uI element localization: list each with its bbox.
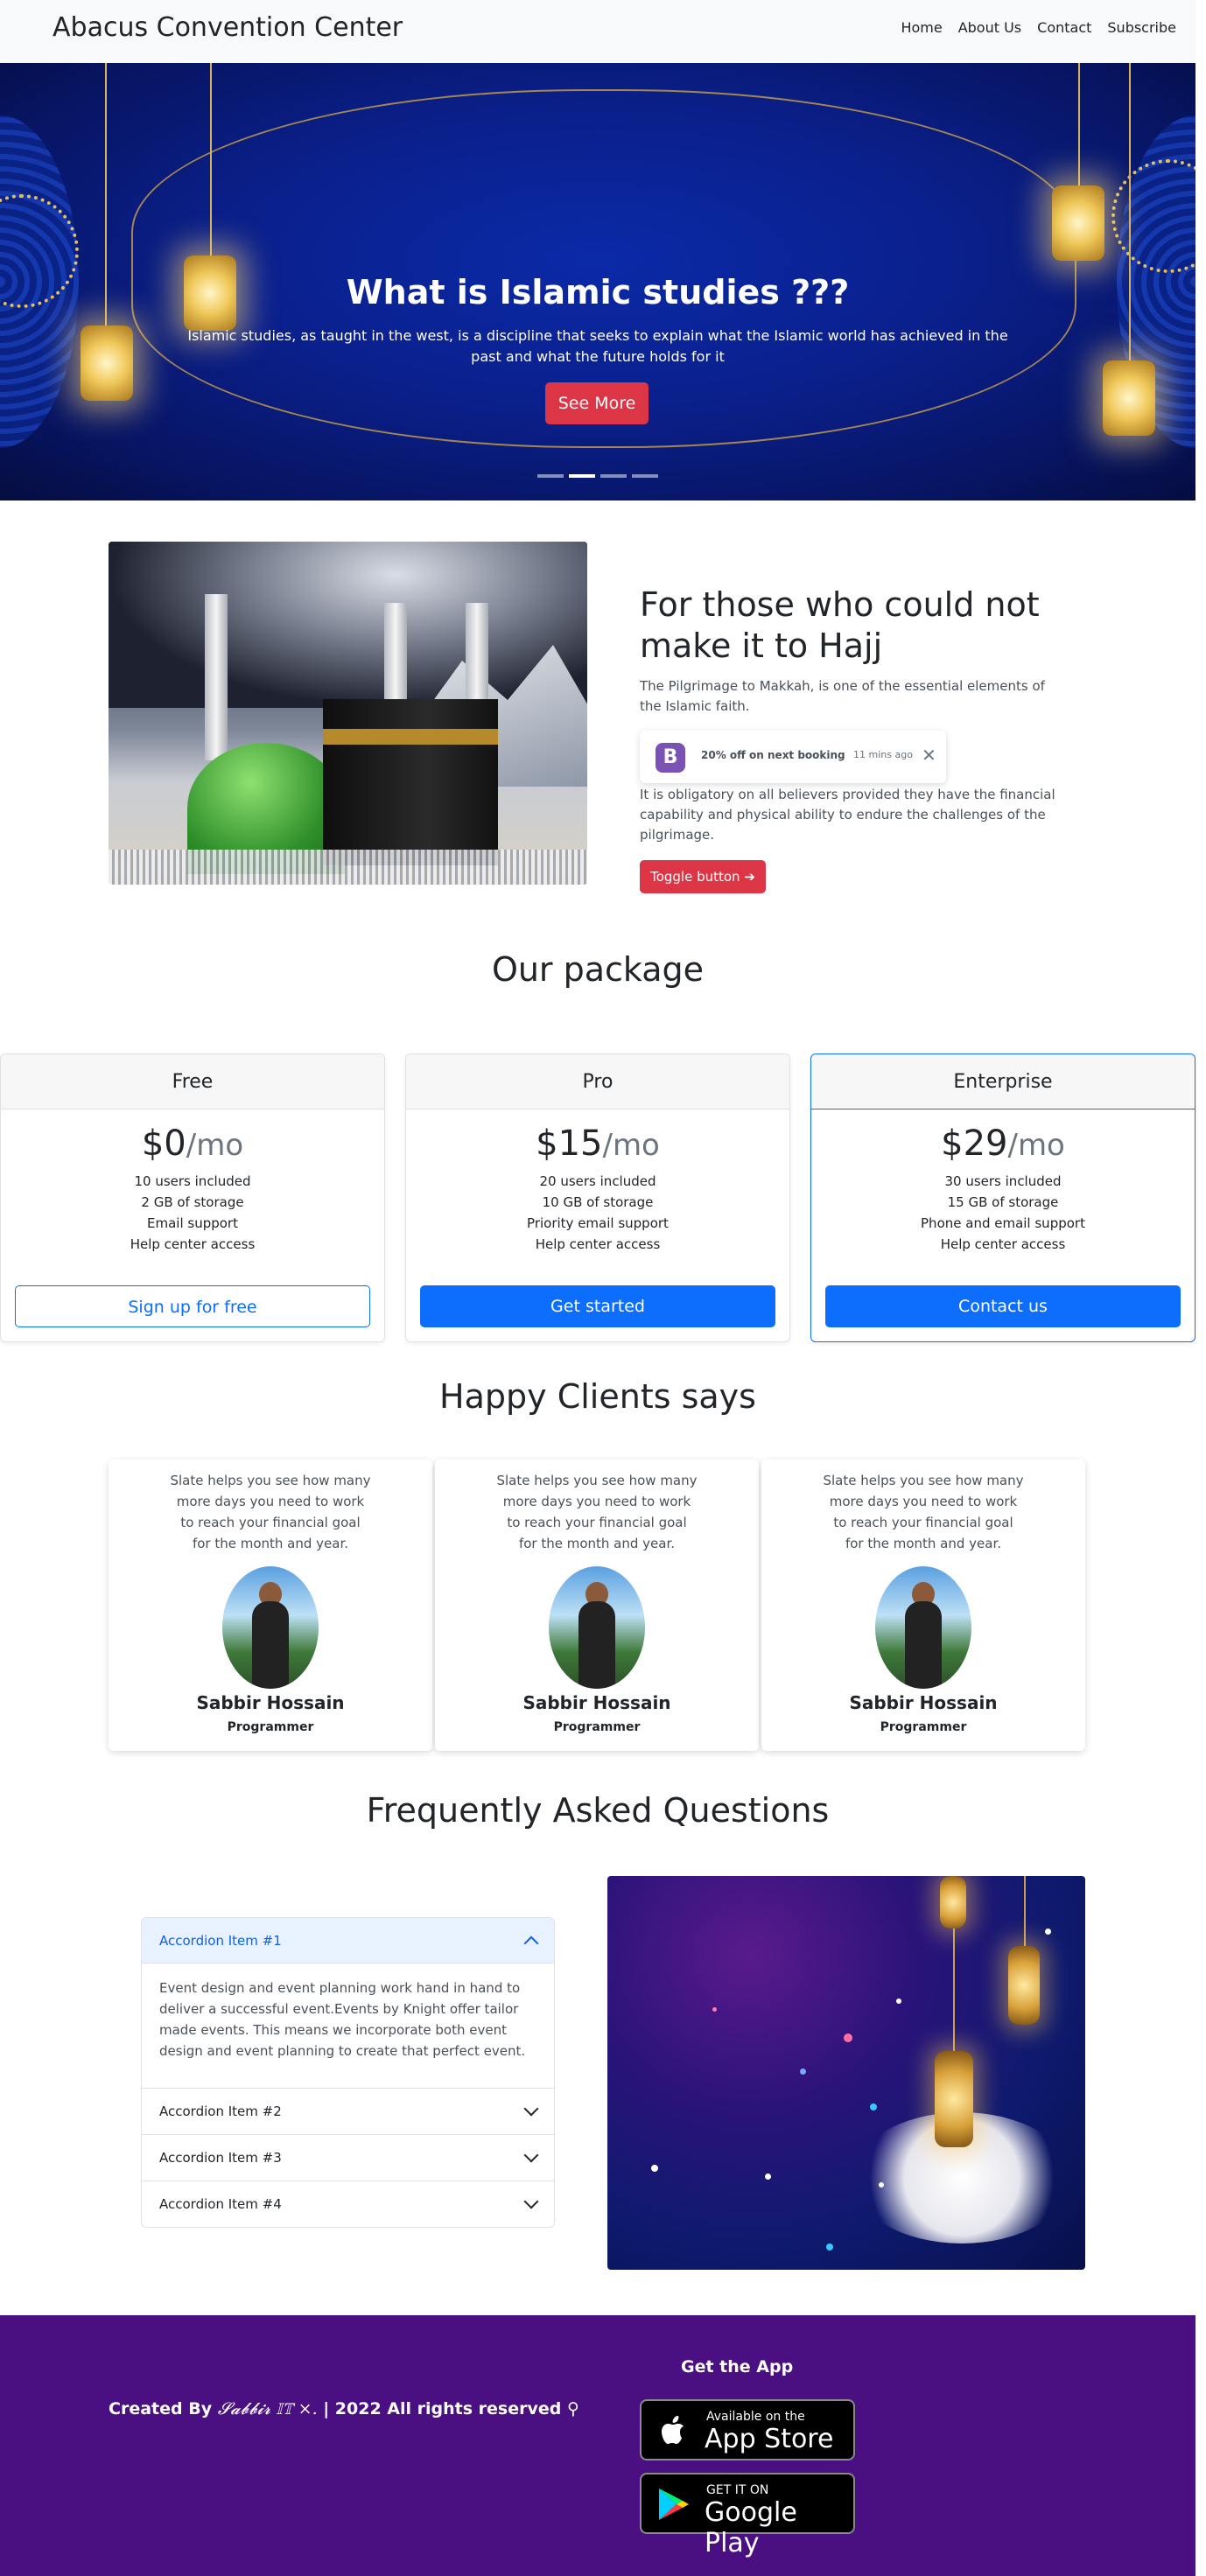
play-small-text: GET IT ON — [706, 2483, 769, 2497]
hero-text: Islamic studies, as taught in the west, … — [187, 327, 1008, 365]
toast-text: 20% off on next booking — [701, 749, 845, 761]
google-play-badge[interactable]: GET IT ON Google Play — [640, 2473, 855, 2558]
chevron-down-icon — [523, 2194, 539, 2209]
nav-links: Home About Us Contact Subscribe — [901, 19, 1176, 36]
lantern-icon — [1103, 360, 1155, 436]
carousel-indicator-2[interactable] — [569, 474, 595, 478]
hajj-obligation-text: It is obligatory on all believers provid… — [640, 787, 1055, 843]
get-app-title: Get the App — [681, 2357, 794, 2376]
accordion-header-4[interactable]: Accordion Item #4 — [142, 2181, 554, 2227]
clients-title: Happy Clients says — [439, 1377, 756, 1416]
client-name: Sabbir Hossain — [196, 1692, 345, 1713]
kaaba-image — [109, 542, 587, 885]
sign-up-free-button[interactable]: Sign up for free — [15, 1285, 370, 1327]
booking-toast: B 20% off on next booking 11 mins ago ✕ — [640, 731, 946, 783]
toggle-button[interactable]: Toggle button ➔ — [640, 860, 766, 893]
plan-features: 30 users included 15 GB of storage Phone… — [921, 1173, 1085, 1252]
accordion-header-1[interactable]: Accordion Item #1 — [142, 1918, 554, 1964]
client-name: Sabbir Hossain — [522, 1692, 671, 1713]
accordion-header-2[interactable]: Accordion Item #2 — [142, 2089, 554, 2134]
avatar — [875, 1566, 971, 1689]
play-big-text: Google Play — [705, 2497, 797, 2558]
contact-us-button[interactable]: Contact us — [825, 1285, 1181, 1327]
avatar — [222, 1566, 319, 1689]
plan-price: $15/mo — [536, 1124, 660, 1164]
client-name: Sabbir Hossain — [849, 1692, 998, 1713]
toast-time: 11 mins ago — [853, 749, 913, 760]
nav-link-home[interactable]: Home — [901, 19, 942, 36]
testimonial-card: Slate helps you see how many more days y… — [109, 1460, 432, 1751]
pricing-card-enterprise: Enterprise $29/mo 30 users included 15 G… — [810, 1054, 1195, 1342]
accordion-header-3[interactable]: Accordion Item #3 — [142, 2135, 554, 2180]
client-role: Programmer — [227, 1720, 314, 1734]
copyright-text: Created By 𝓢𝓪𝓫𝓫𝓲𝓻 𝕀𝕋 ⨯. | 2022 All right… — [109, 2399, 579, 2418]
client-role: Programmer — [880, 1720, 967, 1734]
plan-name: Enterprise — [811, 1054, 1195, 1110]
bootstrap-logo-icon: B — [656, 743, 685, 773]
lantern-icon — [1052, 186, 1104, 261]
testimonial-quote: Slate helps you see how many more days y… — [496, 1473, 698, 1551]
lantern-icon — [1008, 1946, 1040, 2025]
hero-carousel: What is Islamic studies ??? Islamic stud… — [0, 63, 1195, 500]
packages-title: Our package — [491, 950, 705, 989]
footer: Created By 𝓢𝓪𝓫𝓫𝓲𝓻 𝕀𝕋 ⨯. | 2022 All right… — [0, 2315, 1195, 2576]
carousel-indicator-1[interactable] — [537, 474, 564, 478]
close-icon[interactable]: ✕ — [922, 745, 936, 766]
hero-title: What is Islamic studies ??? — [346, 273, 850, 312]
faq-title: Frequently Asked Questions — [366, 1791, 830, 1830]
apple-icon — [662, 2416, 684, 2444]
pricing-card-free: Free $0/mo 10 users included 2 GB of sto… — [0, 1054, 385, 1342]
accordion-item: Accordion Item #3 — [142, 2134, 554, 2180]
google-play-icon — [659, 2488, 689, 2520]
pricing-card-pro: Pro $15/mo 20 users included 10 GB of st… — [405, 1054, 790, 1342]
plan-name: Free — [1, 1054, 384, 1110]
brand-logo[interactable]: Abacus Convention Center — [53, 12, 403, 43]
faq-accordion: Accordion Item #1 Event design and event… — [141, 1917, 555, 2228]
plan-features: 20 users included 10 GB of storage Prior… — [527, 1173, 669, 1252]
chevron-down-icon — [523, 2101, 539, 2117]
see-more-button[interactable]: See More — [545, 382, 649, 424]
plan-name: Pro — [406, 1054, 789, 1110]
appstore-big-text: App Store — [705, 2424, 834, 2454]
appstore-small-text: Available on the — [706, 2410, 805, 2424]
accordion-body: Event design and event planning work han… — [159, 1980, 526, 2059]
navbar: Abacus Convention Center Home About Us C… — [0, 0, 1195, 63]
testimonial-card: Slate helps you see how many more days y… — [761, 1460, 1085, 1751]
hajj-description: The Pilgrimage to Makkah, is one of the … — [640, 678, 1045, 714]
chevron-down-icon — [523, 2147, 539, 2163]
accordion-item: Accordion Item #1 Event design and event… — [142, 1918, 554, 2088]
nav-link-contact[interactable]: Contact — [1037, 19, 1091, 36]
client-role: Programmer — [553, 1720, 641, 1734]
testimonial-quote: Slate helps you see how many more days y… — [170, 1473, 371, 1551]
testimonial-card: Slate helps you see how many more days y… — [435, 1460, 759, 1751]
lantern-icon — [935, 2051, 973, 2147]
get-started-button[interactable]: Get started — [420, 1285, 775, 1327]
lantern-cloud-image — [607, 1876, 1085, 2270]
plan-features: 10 users included 2 GB of storage Email … — [130, 1173, 256, 1252]
lantern-icon — [940, 1876, 966, 1928]
plan-price: $29/mo — [941, 1124, 1065, 1164]
avatar — [549, 1566, 645, 1689]
plan-price: $0/mo — [141, 1124, 244, 1164]
nav-link-about[interactable]: About Us — [958, 19, 1021, 36]
hajj-title: For those who could not make it to Hajj — [640, 585, 1040, 665]
testimonial-quote: Slate helps you see how many more days y… — [823, 1473, 1024, 1551]
app-store-badge[interactable]: Available on the App Store — [640, 2399, 855, 2460]
accordion-item: Accordion Item #2 — [142, 2088, 554, 2134]
chevron-up-icon — [523, 1936, 539, 1950]
accordion-item: Accordion Item #4 — [142, 2180, 554, 2227]
carousel-indicator-4[interactable] — [632, 474, 658, 478]
nav-link-subscribe[interactable]: Subscribe — [1107, 19, 1176, 36]
lantern-icon — [81, 326, 133, 401]
carousel-indicator-3[interactable] — [600, 474, 627, 478]
